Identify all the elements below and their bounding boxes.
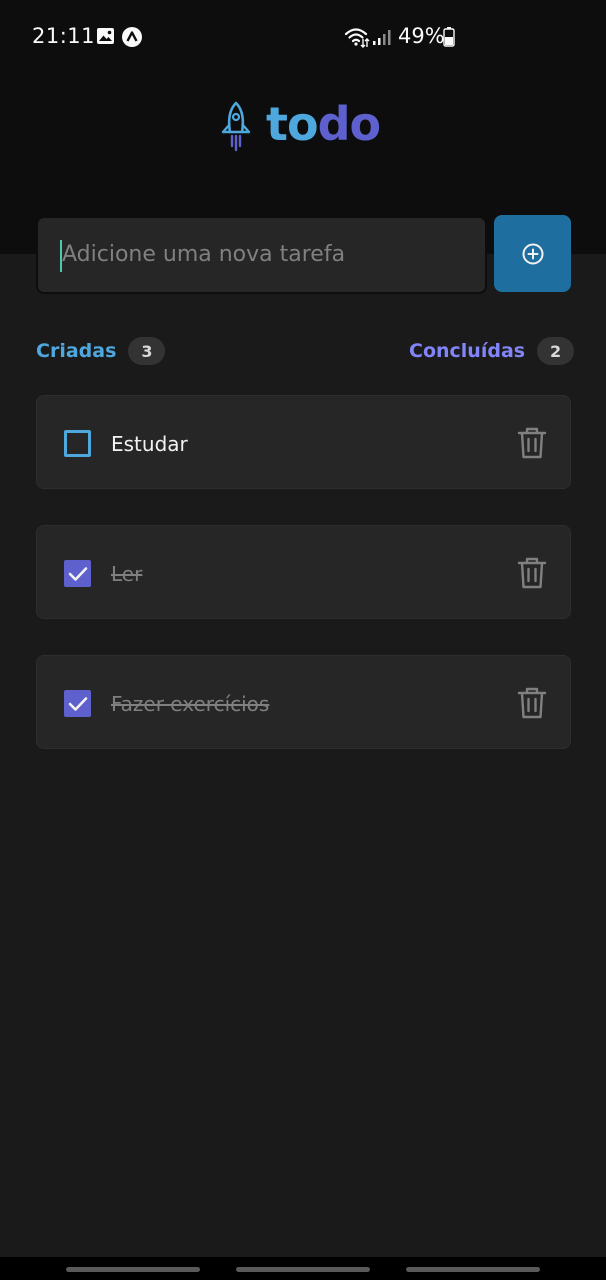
signal-icon <box>373 30 391 45</box>
task-checkbox[interactable] <box>64 690 91 717</box>
new-task-placeholder: Adicione uma nova tarefa <box>62 242 346 267</box>
app-notification-icon <box>122 27 142 47</box>
status-bar: 21:11 49% <box>0 0 606 72</box>
battery-icon <box>443 27 455 47</box>
new-task-input[interactable]: Adicione uma nova tarefa <box>36 216 487 294</box>
app-logo-text: todo <box>266 94 382 154</box>
task-item: Ler <box>36 525 571 619</box>
rocket-icon <box>221 101 251 152</box>
gallery-icon <box>97 28 114 44</box>
nav-home-button[interactable] <box>236 1267 370 1272</box>
status-time: 21:11 <box>32 24 96 48</box>
trash-icon[interactable] <box>516 426 548 460</box>
created-counter: Criadas 3 <box>36 336 166 366</box>
done-counter: Concluídas 2 <box>409 336 575 366</box>
nav-back-button[interactable] <box>406 1267 540 1272</box>
created-label: Criadas <box>36 340 117 362</box>
nav-recent-apps-button[interactable] <box>66 1267 200 1272</box>
battery-percentage: 49% <box>398 24 445 48</box>
check-icon <box>68 566 87 581</box>
trash-icon[interactable] <box>516 556 548 590</box>
task-text: Estudar <box>111 432 188 456</box>
done-label: Concluídas <box>409 340 526 362</box>
add-task-button[interactable] <box>494 215 571 292</box>
text-caret <box>60 240 62 272</box>
task-text: Fazer exercícios <box>111 692 270 716</box>
task-checkbox[interactable] <box>64 430 91 457</box>
system-navigation-bar <box>0 1257 606 1280</box>
todo-app-screen: 21:11 49% todo Adicione uma nova tarefa … <box>0 0 606 1280</box>
logo-text-part2: do <box>317 97 382 151</box>
logo-text-part1: to <box>266 97 319 151</box>
trash-icon[interactable] <box>516 686 548 720</box>
task-item: Fazer exercícios <box>36 655 571 749</box>
task-item: Estudar <box>36 395 571 489</box>
plus-circle-icon <box>522 243 543 264</box>
check-icon <box>68 696 87 711</box>
task-checkbox[interactable] <box>64 560 91 587</box>
created-count-badge: 3 <box>128 337 166 365</box>
task-text: Ler <box>111 562 143 586</box>
done-count-badge: 2 <box>537 337 575 365</box>
wifi-icon <box>344 28 370 48</box>
